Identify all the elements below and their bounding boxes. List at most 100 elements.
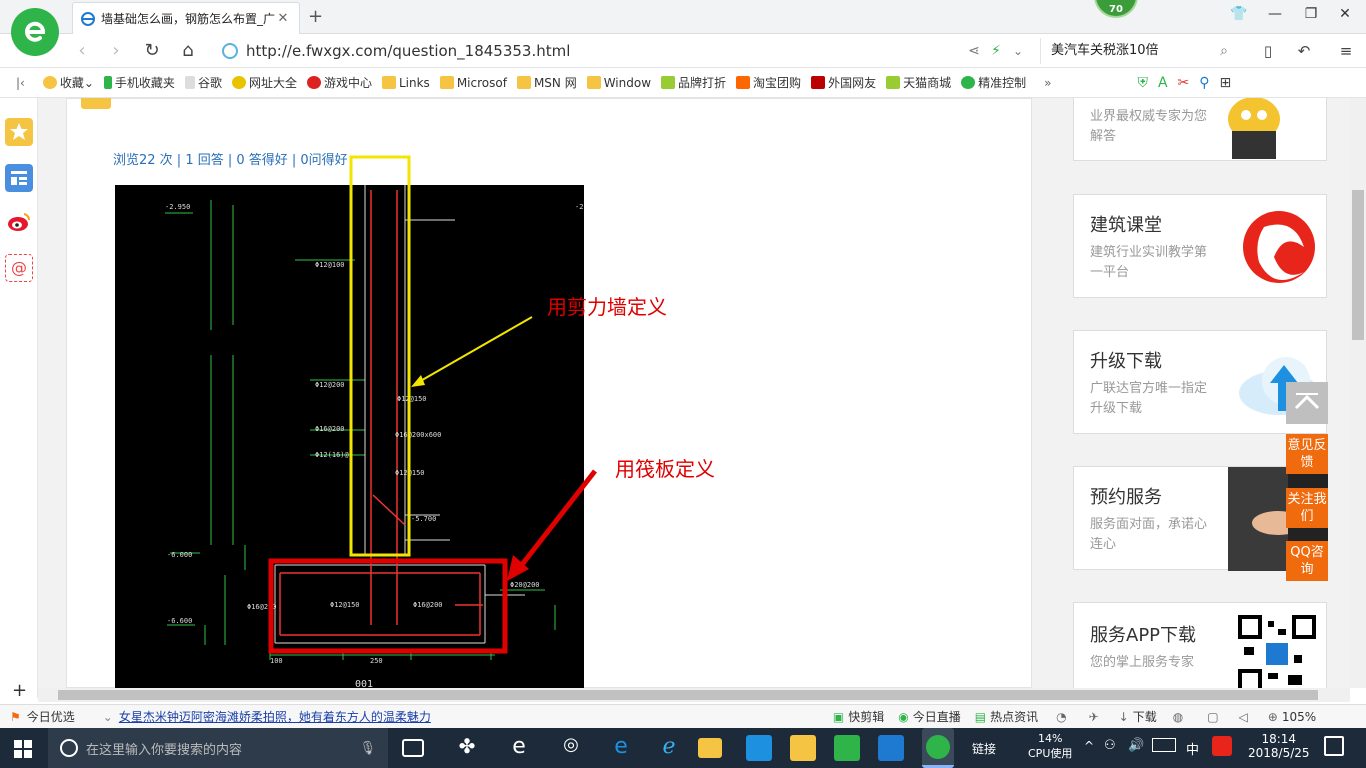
shirt-icon[interactable]: 👕	[1228, 6, 1250, 26]
person-tray-icon[interactable]: ⚇	[1104, 738, 1116, 753]
url-field[interactable]: http://e.fwxgx.com/question_1845353.html	[222, 38, 1034, 64]
hscrollbar-thumb[interactable]	[58, 690, 1318, 700]
horizontal-scrollbar[interactable]	[38, 688, 1350, 702]
feedback-button[interactable]: 意见反馈	[1286, 434, 1328, 474]
undo-icon[interactable]: ↶	[1292, 39, 1316, 63]
active-browser-icon[interactable]	[922, 728, 954, 768]
status-item[interactable]: 下载	[1133, 708, 1157, 725]
bookmark-brand[interactable]: 品牌打折	[661, 74, 726, 91]
ie-taskbar-icon[interactable]: e	[504, 734, 534, 762]
refresh-icon[interactable]: ↻	[140, 39, 164, 63]
bookmark-precise[interactable]: 精准控制	[961, 74, 1026, 91]
close-tab-icon[interactable]: ✕	[275, 11, 291, 26]
clock[interactable]: 18:14 2018/5/25	[1248, 732, 1310, 760]
notepad-app-icon[interactable]	[790, 735, 816, 761]
browser-tab[interactable]: 墙基础怎么画，钢筋怎么布置_广 ✕	[72, 2, 300, 34]
back-icon[interactable]: ‹	[70, 39, 94, 63]
add-sidebar-icon[interactable]: +	[12, 680, 27, 701]
speed-icon[interactable]: ◔	[1056, 710, 1066, 724]
notification-icon[interactable]	[1324, 736, 1344, 756]
scrollbar-thumb[interactable]	[1352, 190, 1364, 340]
microphone-icon[interactable]: 🎙	[359, 741, 376, 756]
status-item[interactable]: 热点资讯	[990, 708, 1038, 725]
task-view-icon[interactable]	[402, 739, 424, 757]
edge-icon[interactable]: e	[606, 734, 636, 762]
course-card[interactable]: 建筑课堂 建筑行业实训教学第一平台	[1073, 194, 1327, 298]
zoom-icon[interactable]: ⊕	[1268, 710, 1278, 724]
bookmark-mobile[interactable]: 手机收藏夹	[103, 74, 175, 91]
zoom-level[interactable]: 105%	[1282, 710, 1316, 724]
search-icon[interactable]: ⌕	[1212, 39, 1236, 63]
restore-button[interactable]: ❐	[1300, 6, 1322, 26]
clean-icon[interactable]: ◍	[1173, 710, 1183, 724]
expert-card[interactable]: 业界最权威专家为您解答	[1073, 98, 1327, 161]
volume-icon[interactable]: 🔊	[1128, 738, 1144, 753]
bookmark-foreign[interactable]: 外国网友	[811, 74, 876, 91]
taskbar-search[interactable]: 在这里输入你要搜索的内容 🎙	[48, 728, 388, 768]
green-app-icon[interactable]	[834, 735, 860, 761]
collapse-sidebar-icon[interactable]: |‹	[16, 76, 25, 90]
level-badge[interactable]: 70	[1094, 0, 1138, 18]
new-tab-button[interactable]: +	[308, 6, 323, 27]
email-icon[interactable]: @	[5, 254, 33, 282]
mute-icon[interactable]: ◁	[1239, 710, 1248, 724]
follow-us-button[interactable]: 关注我们	[1286, 488, 1328, 528]
more-bookmarks-icon[interactable]: »	[1044, 76, 1051, 90]
sogou-icon[interactable]	[1212, 736, 1232, 756]
bookmark-windows[interactable]: Window	[586, 76, 651, 90]
apps-icon[interactable]: ⊞	[1220, 75, 1232, 91]
share-icon[interactable]: ⋖	[962, 39, 986, 63]
tray-expand-icon[interactable]: ^	[1084, 739, 1094, 753]
shield-icon[interactable]: ⛨	[1137, 75, 1148, 91]
reading-list-icon[interactable]	[5, 164, 33, 192]
windows-start-icon[interactable]	[14, 740, 32, 758]
news-dropdown-icon[interactable]: ⌄	[103, 710, 113, 724]
bookmark-label: 品牌打折	[678, 76, 727, 90]
search-input[interactable]: 美汽车关税涨10倍	[1040, 38, 1240, 64]
menu-icon[interactable]: ≡	[1334, 39, 1358, 63]
minimize-button[interactable]: —	[1264, 6, 1286, 26]
forward-icon[interactable]: ›	[104, 39, 128, 63]
bookmark-games[interactable]: 游戏中心	[306, 74, 372, 91]
status-item[interactable]: 快剪辑	[848, 708, 884, 725]
app-plus-icon[interactable]	[746, 735, 772, 761]
internet-explorer-icon[interactable]: ℯ	[654, 734, 684, 762]
qq-consult-button[interactable]: QQ咨询	[1286, 541, 1328, 581]
bookmark-hao123[interactable]: 网址大全	[231, 74, 297, 91]
bookmark-links[interactable]: Links	[381, 76, 430, 90]
weibo-icon[interactable]	[5, 208, 33, 236]
bookmark-taobao[interactable]: 淘宝团购	[736, 74, 801, 91]
fan-app-icon[interactable]: ✤	[452, 734, 482, 762]
phone-icon[interactable]: ▯	[1256, 39, 1280, 63]
window-icon[interactable]: ▢	[1207, 710, 1218, 724]
translate-icon[interactable]: A	[1158, 75, 1168, 91]
keyboard-icon[interactable]	[1152, 738, 1176, 752]
scissors-icon[interactable]: ✂	[1178, 75, 1190, 91]
bookmark-google[interactable]: 谷歌	[184, 74, 222, 91]
link-label[interactable]: 链接	[972, 740, 996, 757]
news-link[interactable]: 女星杰米钟迈阿密海滩娇柔拍照，她有着东方人的温柔魅力	[119, 708, 431, 725]
cpu-monitor[interactable]: 14% CPU使用	[1028, 732, 1072, 761]
vertical-scrollbar[interactable]	[1350, 98, 1366, 688]
close-window-button[interactable]: ✕	[1334, 6, 1356, 26]
magnifier-icon[interactable]: ⚲	[1199, 75, 1209, 91]
bookmark-favorites[interactable]: 收藏 ⌄	[42, 74, 94, 91]
back-to-top-button[interactable]	[1286, 382, 1328, 424]
question-panel: 浏览22 次 | 1 回答 | 0 答得好 | 0问得好 -2.950 -2 Φ…	[66, 98, 1032, 688]
status-item[interactable]: 今日直播	[913, 708, 961, 725]
file-explorer-icon[interactable]	[698, 738, 722, 758]
app-download-card[interactable]: 服务APP下载 您的掌上服务专家	[1073, 602, 1327, 688]
home-icon[interactable]: ⌂	[176, 39, 200, 63]
dropdown-icon[interactable]: ⌄	[1006, 39, 1030, 63]
lightning-icon[interactable]: ⚡	[984, 39, 1008, 63]
pin-icon[interactable]: ✈	[1089, 710, 1099, 724]
camera-app-icon[interactable]: ◎	[556, 734, 586, 762]
bookmark-microsoft[interactable]: Microsof	[439, 76, 507, 90]
glodon-taskbar-icon[interactable]	[878, 735, 904, 761]
bookmark-msn[interactable]: MSN 网	[516, 74, 577, 91]
today-picks[interactable]: 今日优选	[27, 708, 75, 725]
ime-indicator[interactable]: 中	[1186, 739, 1199, 758]
browser-logo[interactable]	[11, 8, 59, 56]
bookmark-tmall[interactable]: 天猫商城	[886, 74, 951, 91]
favorites-star-icon[interactable]	[5, 118, 33, 146]
